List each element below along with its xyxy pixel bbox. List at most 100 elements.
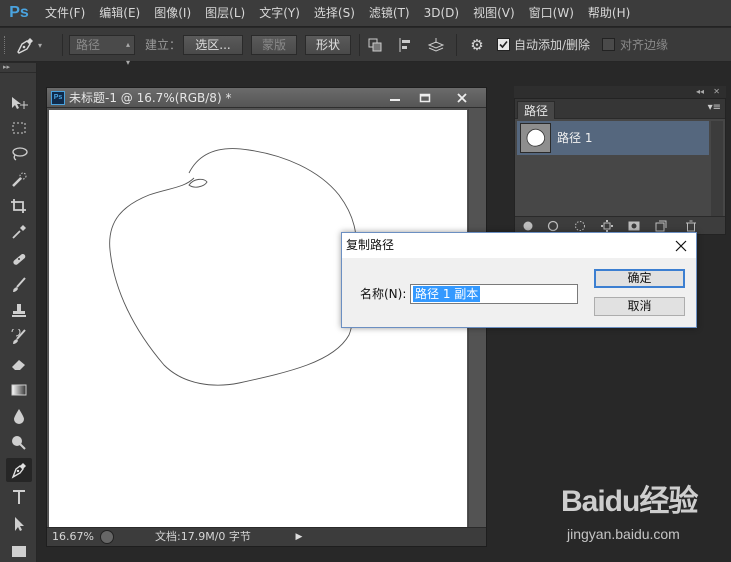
menu-select[interactable]: 选择(S) <box>307 0 362 27</box>
close-panel-icon[interactable]: ✕ <box>713 86 720 98</box>
lasso-icon <box>12 147 28 161</box>
crop-icon <box>11 199 26 213</box>
double-chevron-icon: ▸▸ <box>3 63 11 71</box>
stroke-path-icon <box>547 220 559 232</box>
settings-button[interactable]: ⚙ <box>466 35 488 55</box>
menu-type[interactable]: 文字(Y) <box>252 0 307 27</box>
tab-paths[interactable]: 路径 <box>517 101 556 119</box>
path-operations-button[interactable] <box>364 35 386 55</box>
tool-healing[interactable] <box>6 247 32 271</box>
make-label: 建立： <box>145 38 182 52</box>
tool-eraser[interactable] <box>6 352 32 376</box>
make-shape-button[interactable]: 形状 <box>305 35 351 55</box>
baidu-jingyan-logo: Baidu经验 <box>561 485 698 518</box>
make-work-path-button[interactable] <box>600 219 614 233</box>
make-mask-button[interactable]: 蒙版 <box>251 35 297 55</box>
tool-blur[interactable] <box>6 404 32 428</box>
delete-path-button[interactable] <box>684 219 698 233</box>
document-titlebar[interactable]: Ps 未标题-1 @ 16.7%(RGB/8) * <box>47 88 486 108</box>
pen-icon <box>17 38 33 54</box>
dodge-icon <box>12 436 26 450</box>
duplicate-path-dialog: 复制路径 名称(N): 路径 1 副本 确定 取消 <box>341 232 697 328</box>
separator <box>456 34 457 56</box>
tool-history-brush[interactable] <box>6 325 32 349</box>
separator <box>359 34 360 56</box>
healing-icon <box>13 253 26 265</box>
document-size-info: 文档:17.9M/0 字节 <box>155 530 251 543</box>
tool-brush[interactable] <box>6 273 32 297</box>
auto-add-delete-checkbox[interactable] <box>497 38 510 51</box>
tool-stamp[interactable] <box>6 299 32 323</box>
mode-select-value: 路径 <box>76 38 101 52</box>
name-input-value: 路径 1 副本 <box>413 286 481 302</box>
gradient-icon <box>11 384 27 396</box>
path-arrangement-button[interactable] <box>425 35 447 55</box>
menu-edit[interactable]: 编辑(E) <box>92 0 147 27</box>
maximize-button[interactable] <box>410 89 440 106</box>
menu-bar: Ps 文件(F) 编辑(E) 图像(I) 图层(L) 文字(Y) 选择(S) 滤… <box>0 0 731 27</box>
tool-eyedropper[interactable] <box>6 220 32 244</box>
mode-select[interactable]: 路径 ▴ ▾ <box>69 35 135 67</box>
tool-dodge[interactable] <box>6 431 32 455</box>
load-selection-icon <box>575 221 585 231</box>
cancel-button[interactable]: 取消 <box>594 297 685 316</box>
path-operations-icon <box>368 38 382 52</box>
marquee-icon <box>12 122 26 134</box>
new-path-icon <box>655 220 667 232</box>
panel-menu-icon[interactable]: ▾≡ <box>708 102 721 113</box>
minimize-button[interactable] <box>380 89 410 106</box>
paths-panel-tabs: 路径 ▾≡ <box>515 99 725 119</box>
add-mask-icon <box>628 221 640 231</box>
menu-file[interactable]: 文件(F) <box>38 0 92 27</box>
menu-layer[interactable]: 图层(L) <box>198 0 252 27</box>
load-selection-button[interactable] <box>573 219 587 233</box>
dialog-close-button[interactable] <box>666 233 696 258</box>
chevron-down-icon: ▾ <box>38 40 43 50</box>
tool-path-select[interactable] <box>6 512 32 536</box>
collapse-panels-icon[interactable]: ◂◂ <box>696 86 704 98</box>
tool-rectangle[interactable] <box>6 539 32 562</box>
path-item[interactable]: 路径 1 <box>517 121 709 155</box>
menu-help[interactable]: 帮助(H) <box>581 0 637 27</box>
make-work-path-icon <box>601 220 613 232</box>
status-info-icon[interactable] <box>100 530 114 544</box>
menu-filter[interactable]: 滤镜(T) <box>362 0 417 27</box>
brush-icon <box>13 277 26 292</box>
auto-add-delete-label: 自动添加/删除 <box>514 38 591 52</box>
align-edges-checkbox[interactable] <box>602 38 615 51</box>
menu-window[interactable]: 窗口(W) <box>522 0 581 27</box>
options-bar-grip[interactable] <box>4 36 8 54</box>
menu-image[interactable]: 图像(I) <box>147 0 198 27</box>
tool-type[interactable] <box>6 485 32 509</box>
zoom-level-field[interactable]: 16.67% <box>49 529 97 545</box>
tool-pen[interactable] <box>6 458 32 482</box>
fill-path-button[interactable] <box>521 219 535 233</box>
panel-scrollbar[interactable] <box>711 121 723 217</box>
new-path-button[interactable] <box>654 219 668 233</box>
path-alignment-button[interactable] <box>394 35 416 55</box>
menu-view[interactable]: 视图(V) <box>466 0 522 27</box>
add-mask-button[interactable] <box>627 219 641 233</box>
tool-preset-picker[interactable]: ▾ <box>14 34 54 56</box>
tool-marquee[interactable] <box>6 116 32 140</box>
stroke-path-button[interactable] <box>546 219 560 233</box>
tool-move[interactable] <box>6 91 32 115</box>
close-button[interactable] <box>440 89 484 106</box>
panel-dock-header[interactable]: ◂◂ ✕ <box>514 86 726 98</box>
move-icon <box>12 97 28 109</box>
dialog-titlebar[interactable]: 复制路径 <box>342 233 696 258</box>
name-input[interactable]: 路径 1 副本 <box>410 284 578 304</box>
path-arrangement-icon <box>427 38 445 52</box>
tool-crop[interactable] <box>6 194 32 218</box>
tool-quick-select[interactable] <box>6 168 32 192</box>
make-selection-button[interactable]: 选区... <box>183 35 243 55</box>
eraser-icon <box>12 360 25 370</box>
tool-gradient[interactable] <box>6 378 32 402</box>
tool-lasso[interactable] <box>6 142 32 166</box>
toolbox-collapse-handle[interactable]: ▸▸ <box>0 63 36 73</box>
fill-path-icon <box>523 221 533 231</box>
menu-3d[interactable]: 3D(D) <box>417 0 466 27</box>
ok-button[interactable]: 确定 <box>594 269 685 288</box>
status-menu-arrow-icon[interactable]: ▶ <box>293 530 305 544</box>
pen-icon <box>11 463 26 479</box>
